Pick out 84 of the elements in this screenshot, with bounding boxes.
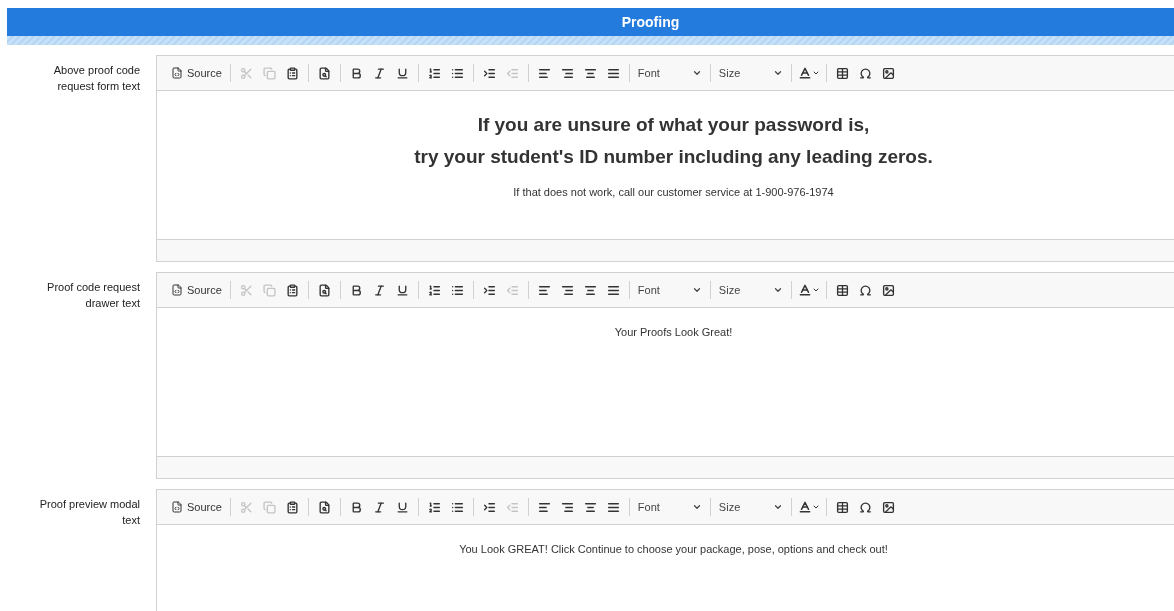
omega-icon: [858, 66, 872, 80]
dropdown-select[interactable]: Size: [714, 279, 787, 301]
underline-icon: [395, 500, 409, 514]
section-title: Proofing: [621, 12, 680, 32]
paste-icon: [285, 66, 299, 80]
numbered-list-icon: [427, 283, 441, 297]
copy-icon: [262, 500, 276, 514]
image-icon: [881, 283, 895, 297]
field-label: Above proof code request form text: [52, 63, 140, 94]
align-center-icon: [583, 66, 597, 80]
italic-icon: [372, 283, 386, 297]
preview-icon: [317, 500, 331, 514]
source-icon: [171, 67, 183, 79]
underline-icon: [395, 66, 409, 80]
omega-icon: [858, 283, 872, 297]
text-color-icon: [797, 66, 812, 80]
caret-icon: [691, 68, 702, 78]
numbered-list-icon: [427, 500, 441, 514]
italic-icon: [372, 500, 386, 514]
cut-icon: [239, 283, 253, 297]
source-button[interactable]: Source: [167, 496, 226, 518]
content-text: Your Proofs Look Great!: [614, 325, 733, 340]
align-right-icon: [560, 66, 574, 80]
table-icon: [835, 66, 849, 80]
preview-icon: [317, 283, 331, 297]
content-heading: If you are unsure of what your password is,: [477, 113, 870, 137]
image-icon: [881, 500, 895, 514]
indent-icon: [482, 283, 496, 297]
caret-icon: [772, 285, 783, 295]
caret-icon: [772, 68, 783, 78]
numbered-list-icon: [427, 66, 441, 80]
bullet-list-icon: [450, 66, 464, 80]
align-center-icon: [583, 500, 597, 514]
dropdown-select[interactable]: Size: [714, 62, 787, 84]
table-icon: [835, 283, 849, 297]
omega-icon: [858, 500, 872, 514]
dropdown-select[interactable]: Font: [633, 496, 706, 518]
bullet-list-icon: [450, 283, 464, 297]
text-color-icon: [797, 500, 812, 514]
cut-icon: [239, 66, 253, 80]
source-icon: [171, 284, 183, 296]
content-text: If that does not work, call our customer service at 1-900-976-1974: [513, 185, 834, 200]
caret-icon: [772, 502, 783, 512]
caret-icon: [811, 286, 820, 294]
outdent-icon: [505, 66, 519, 80]
justify-icon: [606, 66, 620, 80]
content-heading: try your student's ID number including any leading zeros.: [414, 145, 933, 169]
paste-icon: [285, 500, 299, 514]
align-left-icon: [537, 500, 551, 514]
caret-icon: [811, 69, 820, 77]
dropdown-select[interactable]: Size: [714, 496, 787, 518]
copy-icon: [262, 66, 276, 80]
cut-icon: [239, 500, 253, 514]
indent-icon: [482, 66, 496, 80]
field-label: Proof code request drawer text: [46, 280, 140, 311]
text-color-icon: [797, 283, 812, 297]
table-icon: [835, 500, 849, 514]
align-center-icon: [583, 283, 597, 297]
paste-icon: [285, 283, 299, 297]
justify-icon: [606, 500, 620, 514]
align-left-icon: [537, 283, 551, 297]
outdent-icon: [505, 500, 519, 514]
caret-icon: [811, 503, 820, 511]
outdent-icon: [505, 283, 519, 297]
dropdown-select[interactable]: Font: [633, 62, 706, 84]
source-button[interactable]: Source: [167, 62, 226, 84]
caret-icon: [691, 285, 702, 295]
indent-icon: [482, 500, 496, 514]
bullet-list-icon: [450, 500, 464, 514]
caret-icon: [691, 502, 702, 512]
dropdown-select[interactable]: Font: [633, 279, 706, 301]
copy-icon: [262, 283, 276, 297]
underline-icon: [395, 283, 409, 297]
italic-icon: [372, 66, 386, 80]
preview-icon: [317, 66, 331, 80]
align-right-icon: [560, 500, 574, 514]
image-icon: [881, 66, 895, 80]
align-left-icon: [537, 66, 551, 80]
source-button[interactable]: Source: [167, 279, 226, 301]
field-label: Proof preview modal text: [38, 497, 140, 528]
source-icon: [171, 501, 183, 513]
content-text: You Look GREAT! Click Continue to choose your package, pose, options and check out!: [459, 542, 888, 557]
justify-icon: [606, 283, 620, 297]
align-right-icon: [560, 283, 574, 297]
